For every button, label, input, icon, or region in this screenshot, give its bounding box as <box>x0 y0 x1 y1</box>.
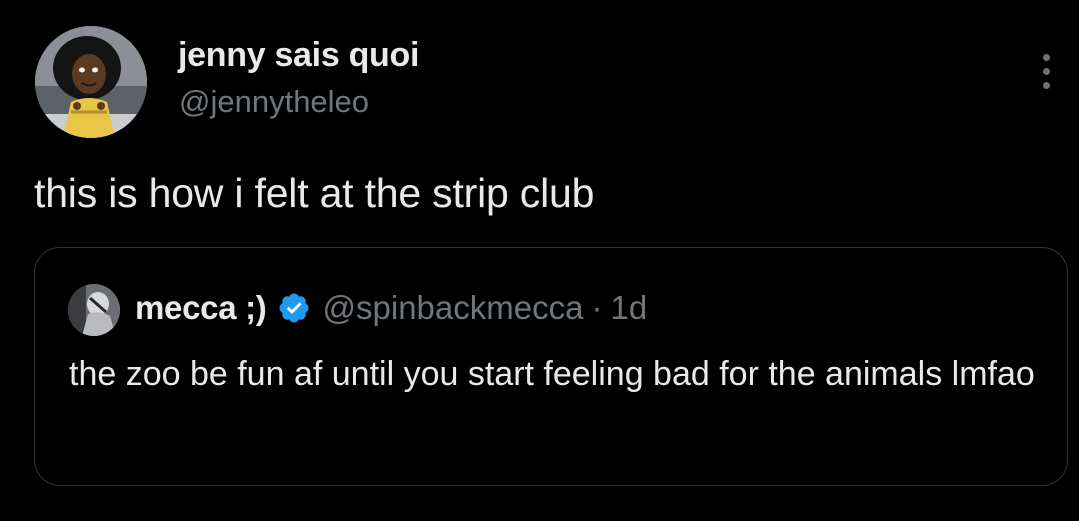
author-handle[interactable]: @jennytheleo <box>179 84 369 120</box>
more-options-button[interactable] <box>1028 50 1068 92</box>
photo-avatar-icon <box>68 284 120 336</box>
author-avatar[interactable] <box>35 26 147 138</box>
tweet-text: this is how i felt at the strip club <box>34 170 595 216</box>
cartoon-avatar-icon <box>35 26 147 138</box>
quoted-author-handle[interactable]: @spinbackmecca <box>323 289 584 327</box>
more-vertical-icon <box>1043 68 1050 75</box>
author-display-name[interactable]: jenny sais quoi <box>178 36 419 75</box>
tweet: jenny sais quoi @jennytheleo this is how… <box>0 0 1079 521</box>
quoted-author-avatar[interactable] <box>68 284 120 336</box>
quoted-author-display-name[interactable]: mecca ;) <box>135 289 267 327</box>
verified-badge-icon <box>277 291 311 325</box>
more-vertical-icon <box>1043 82 1050 89</box>
quoted-tweet-card[interactable]: mecca ;) @spinbackmecca · 1d the zoo be … <box>34 247 1068 486</box>
more-vertical-icon <box>1043 54 1050 61</box>
quoted-tweet-header: mecca ;) @spinbackmecca · 1d <box>135 284 647 332</box>
header-separator: · <box>591 289 603 326</box>
quoted-tweet-text: the zoo be fun af until you start feelin… <box>69 355 1035 393</box>
quoted-tweet-timestamp[interactable]: 1d <box>610 289 647 327</box>
